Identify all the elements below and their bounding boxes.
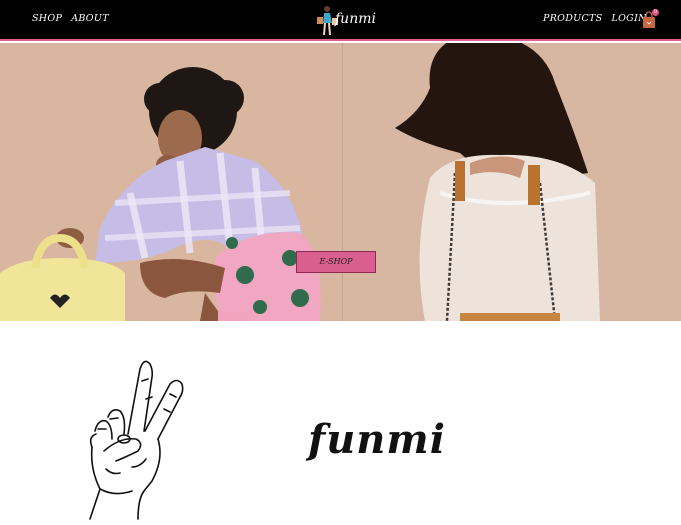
- brand-wordmark: funmi: [308, 416, 446, 463]
- nav-about-link[interactable]: ABOUT: [71, 13, 109, 24]
- eshop-button[interactable]: E-SHOP: [296, 251, 376, 273]
- nav-right-group: PRODUCTS LOGIN: [543, 13, 647, 24]
- hero-banner: [0, 43, 681, 321]
- nav-products-link[interactable]: PRODUCTS: [543, 13, 602, 24]
- brand-logo[interactable]: funmi: [317, 4, 377, 38]
- nav-left-group: SHOP ABOUT: [32, 13, 109, 24]
- top-navbar: SHOP ABOUT funmi PRODUCTS LOGIN 0: [0, 0, 681, 41]
- hero-photo: [0, 43, 681, 321]
- nav-shop-link[interactable]: SHOP: [32, 13, 62, 24]
- brand-section: funmi: [0, 321, 681, 525]
- peace-hand-icon: [89, 360, 184, 520]
- cart-button[interactable]: 0: [641, 9, 659, 29]
- cart-count-badge: 0: [652, 9, 659, 16]
- brand-name: funmi: [335, 11, 376, 27]
